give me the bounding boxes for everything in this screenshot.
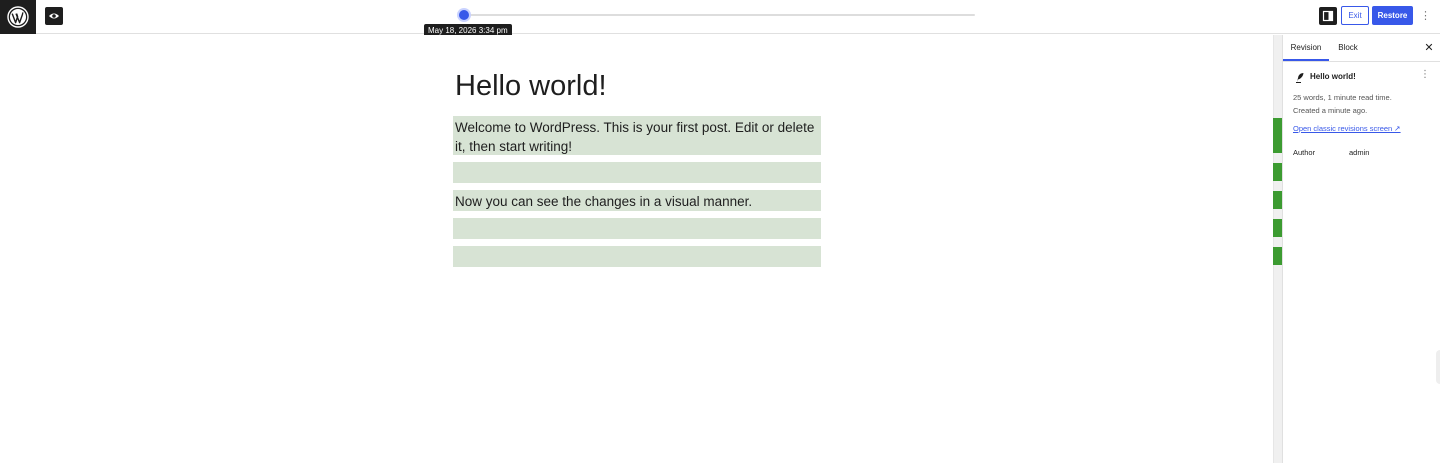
post-icon — [1295, 70, 1305, 83]
wordpress-logo-icon[interactable] — [0, 0, 36, 34]
classic-revisions-link[interactable]: Open classic revisions screen ↗ — [1293, 124, 1401, 133]
author-value: admin — [1349, 148, 1370, 157]
change-marker[interactable] — [1273, 163, 1282, 181]
settings-sidebar: Revision Block ✕ Hello world! ⋮ 25 words… — [1282, 35, 1440, 463]
paragraph-block[interactable] — [453, 218, 821, 239]
sidebar-toggle-icon[interactable] — [1319, 7, 1337, 25]
revision-stats: 25 words, 1 minute read time. — [1293, 93, 1392, 102]
tabs-divider — [1283, 61, 1440, 62]
revision-title: Hello world! — [1310, 72, 1356, 81]
revision-slider-track[interactable] — [463, 14, 975, 16]
change-marker[interactable] — [1273, 219, 1282, 237]
revision-slider-handle[interactable] — [459, 10, 469, 20]
eye-icon[interactable] — [45, 7, 63, 25]
post-title: Hello world! — [455, 70, 607, 102]
paragraph-block[interactable]: Now you can see the changes in a visual … — [453, 190, 821, 211]
restore-button[interactable]: Restore — [1372, 6, 1413, 25]
edge-handle[interactable] — [1436, 350, 1440, 384]
tab-revision[interactable]: Revision — [1283, 35, 1329, 61]
tab-block[interactable]: Block — [1329, 35, 1367, 61]
change-marker[interactable] — [1273, 191, 1282, 209]
paragraph-block[interactable] — [453, 162, 821, 183]
paragraph-block[interactable]: Welcome to WordPress. This is your first… — [453, 116, 821, 155]
change-marker[interactable] — [1273, 247, 1282, 265]
editor-canvas: Hello world! Welcome to WordPress. This … — [0, 35, 1273, 463]
revision-created: Created a minute ago. — [1293, 106, 1368, 115]
exit-button[interactable]: Exit — [1341, 6, 1369, 25]
more-vertical-icon[interactable]: ⋮ — [1420, 8, 1431, 24]
paragraph-block[interactable] — [453, 246, 821, 267]
author-label: Author — [1293, 148, 1316, 157]
close-icon[interactable]: ✕ — [1423, 41, 1435, 55]
change-marker[interactable] — [1273, 118, 1282, 153]
top-toolbar: May 18, 2026 3:34 pm Exit Restore ⋮ — [0, 0, 1440, 38]
more-vertical-icon[interactable]: ⋮ — [1420, 69, 1430, 80]
